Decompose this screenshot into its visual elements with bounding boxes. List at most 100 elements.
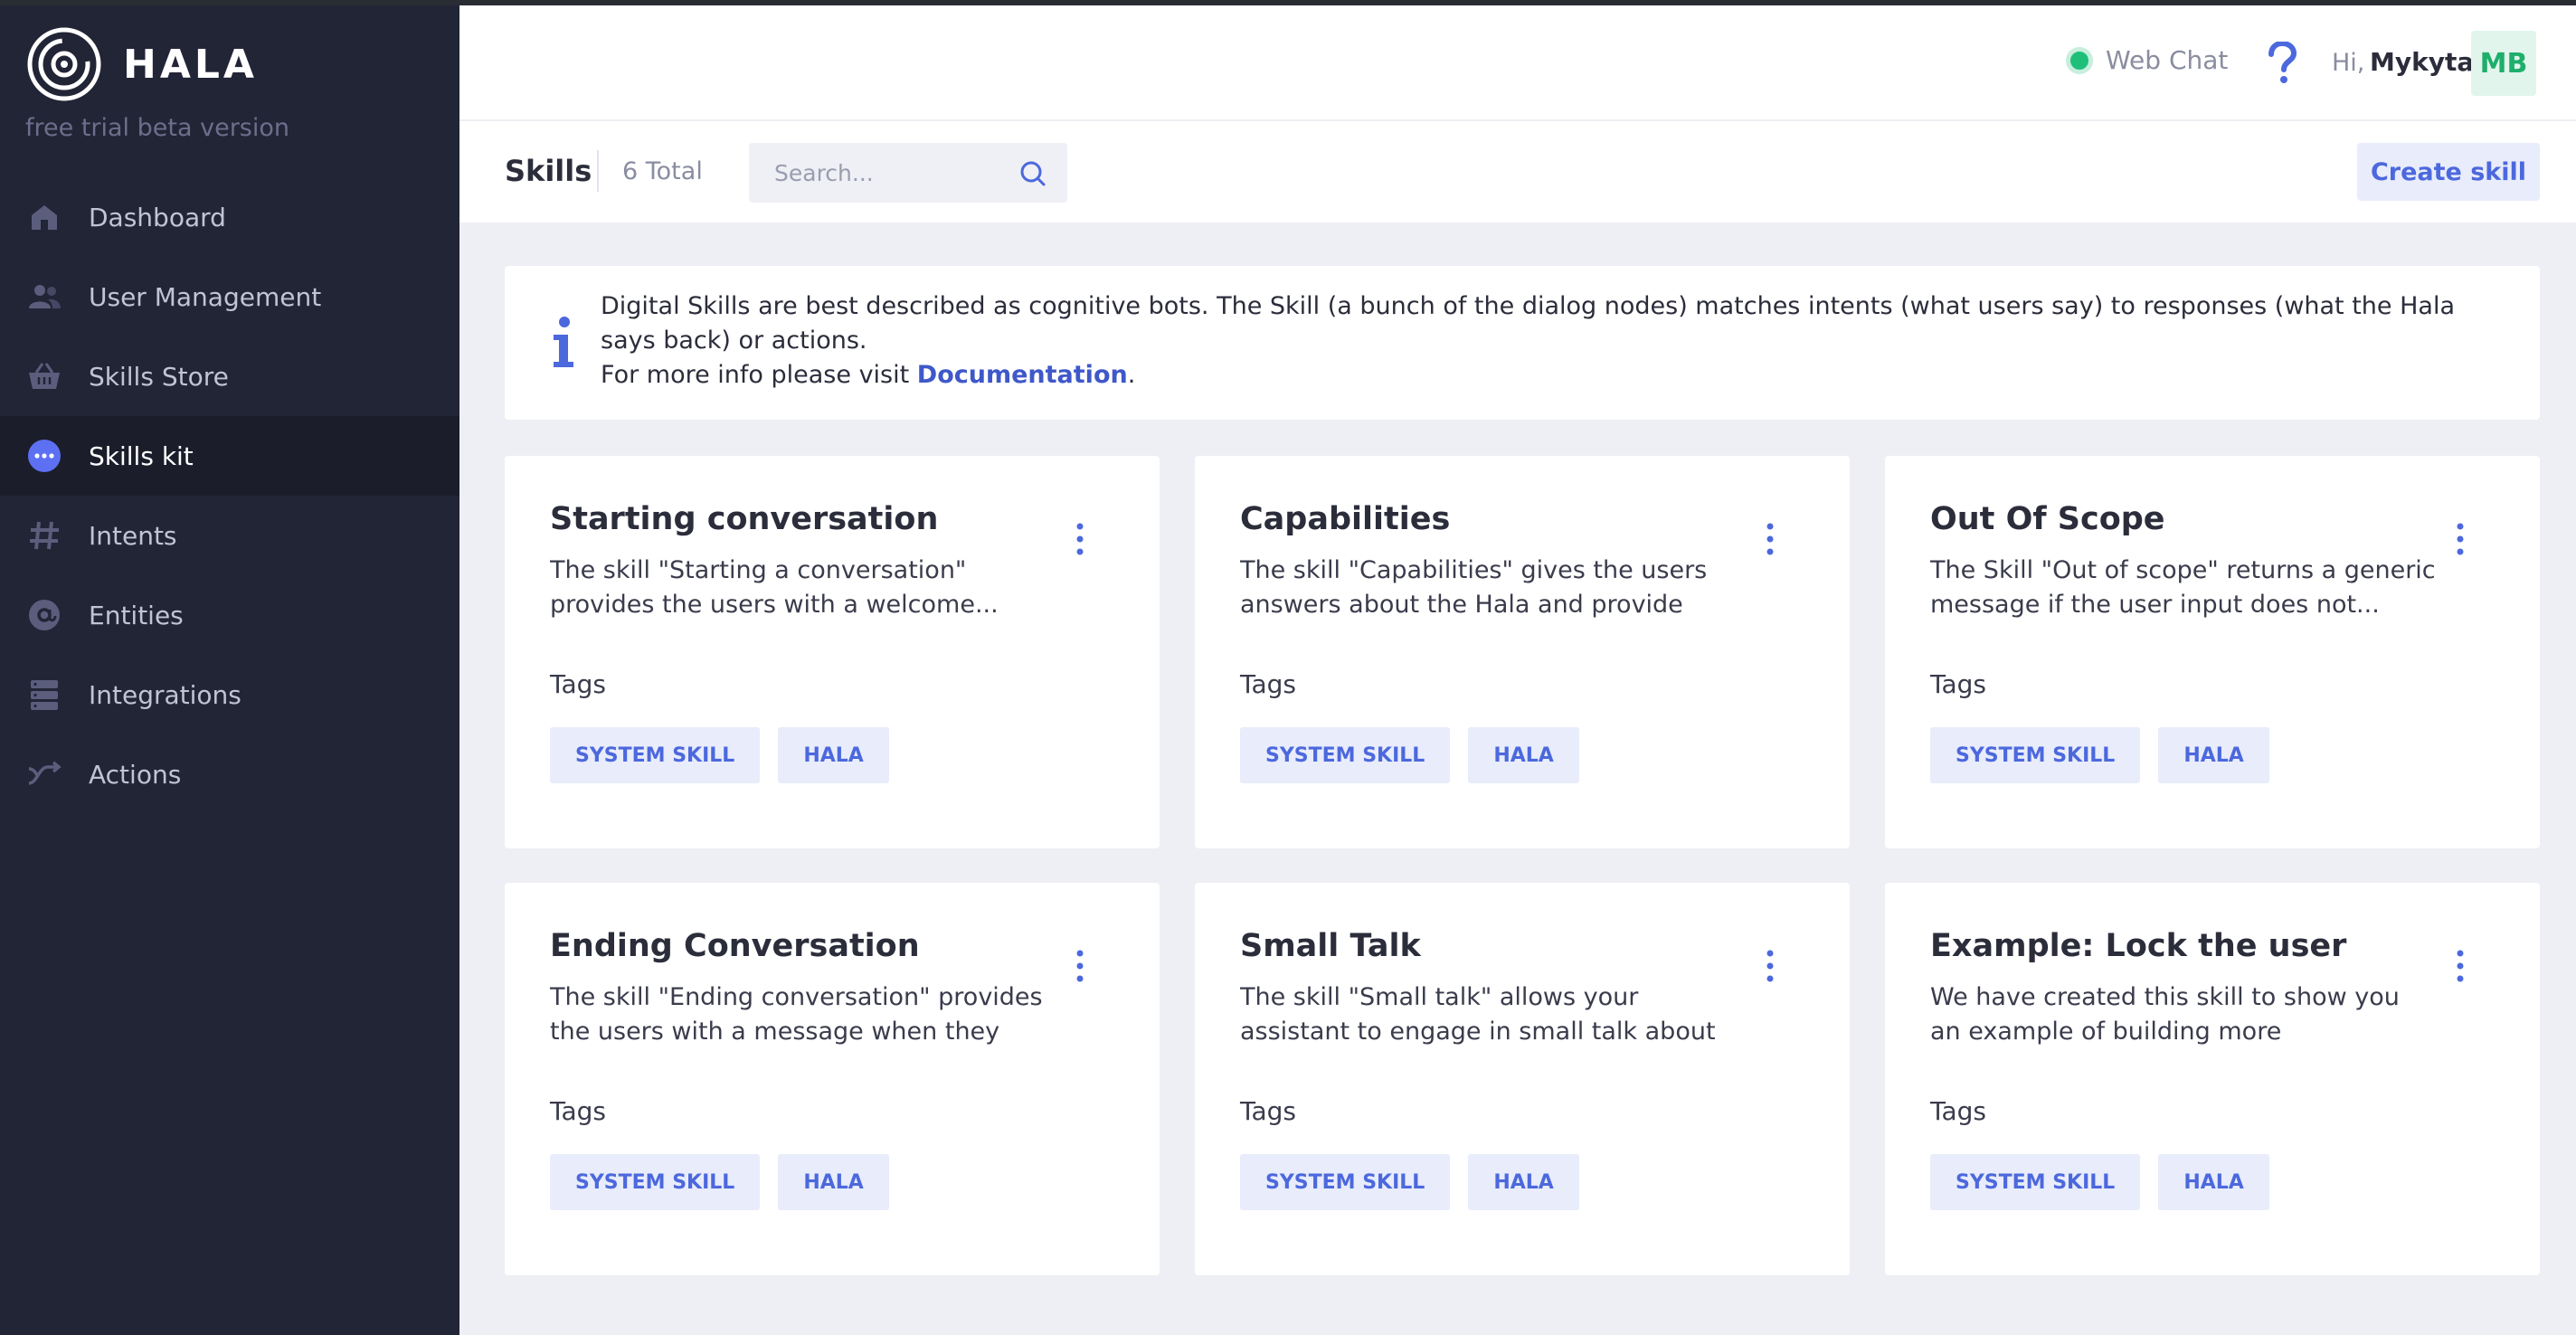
- tag-list: SYSTEM SKILL HALA: [1240, 727, 1597, 783]
- sidebar: HALA free trial beta version Dashboard U…: [0, 0, 459, 1335]
- tag-system-skill[interactable]: SYSTEM SKILL: [550, 1154, 761, 1210]
- web-chat-label: Web Chat: [2106, 45, 2229, 75]
- question-icon: [2268, 42, 2297, 83]
- info-banner: Digital Skills are best described as cog…: [505, 266, 2540, 420]
- more-vertical-icon[interactable]: [2448, 948, 2473, 984]
- info-line-2: For more info please visit Documentation…: [601, 358, 2509, 393]
- tag-hala[interactable]: HALA: [2158, 727, 2269, 783]
- sidebar-item-label: Integrations: [89, 679, 242, 710]
- hala-logo-icon: [27, 27, 101, 101]
- window-top-strip: [0, 0, 2576, 5]
- skill-card-description: The skill "Capabilities" gives the users…: [1240, 556, 1708, 619]
- home-icon: [25, 198, 63, 236]
- chat-dots-icon: [25, 437, 63, 475]
- avatar[interactable]: MB: [2471, 31, 2536, 96]
- top-header: Web Chat Hi, Mykyta MB: [459, 5, 2576, 121]
- skill-card-title[interactable]: Small Talk: [1240, 928, 1421, 964]
- sidebar-item-user-management[interactable]: User Management: [0, 257, 459, 336]
- sidebar-nav: Dashboard User Management Skills Store S…: [0, 177, 459, 814]
- help-button[interactable]: [2259, 36, 2305, 90]
- documentation-link[interactable]: Documentation: [917, 361, 1128, 389]
- username[interactable]: Mykyta: [2370, 47, 2474, 77]
- more-vertical-icon[interactable]: [2448, 521, 2473, 557]
- tag-system-skill[interactable]: SYSTEM SKILL: [1930, 727, 2141, 783]
- brand[interactable]: HALA: [25, 25, 258, 103]
- tag-list: SYSTEM SKILL HALA: [550, 727, 907, 783]
- skill-card-description: The Skill "Out of scope" returns a gener…: [1930, 556, 2436, 619]
- tag-list: SYSTEM SKILL HALA: [1930, 1154, 2287, 1210]
- info-text: Digital Skills are best described as cog…: [601, 289, 2509, 393]
- tag-list: SYSTEM SKILL HALA: [1240, 1154, 1597, 1210]
- skill-card-description: The skill "Starting a conversation" prov…: [550, 556, 999, 619]
- skill-card[interactable]: Starting conversation The skill "Startin…: [505, 456, 1160, 848]
- search-input[interactable]: [749, 143, 1020, 203]
- more-vertical-icon[interactable]: [1757, 521, 1783, 557]
- at-icon: [25, 596, 63, 634]
- skill-card-description: We have created this skill to show you a…: [1930, 983, 2400, 1046]
- tags-label: Tags: [550, 1096, 606, 1126]
- tag-hala[interactable]: HALA: [1468, 1154, 1579, 1210]
- info-icon: [554, 317, 573, 367]
- toolbar-divider: [597, 150, 599, 192]
- sidebar-item-dashboard[interactable]: Dashboard: [0, 177, 459, 257]
- skill-card[interactable]: Small Talk The skill "Small talk" allows…: [1195, 883, 1850, 1275]
- search-box: [749, 143, 1067, 203]
- tag-list: SYSTEM SKILL HALA: [550, 1154, 907, 1210]
- create-skill-button[interactable]: Create skill: [2357, 143, 2540, 201]
- tag-system-skill[interactable]: SYSTEM SKILL: [1240, 1154, 1451, 1210]
- tag-list: SYSTEM SKILL HALA: [1930, 727, 2287, 783]
- sidebar-item-intents[interactable]: Intents: [0, 496, 459, 575]
- sidebar-item-skills-kit[interactable]: Skills kit: [0, 416, 459, 496]
- basket-icon: [25, 357, 63, 395]
- users-icon: [25, 278, 63, 316]
- tag-hala[interactable]: HALA: [2158, 1154, 2269, 1210]
- sidebar-item-label: Intents: [89, 520, 177, 551]
- skill-card[interactable]: Out Of Scope The Skill "Out of scope" re…: [1885, 456, 2540, 848]
- tag-system-skill[interactable]: SYSTEM SKILL: [1930, 1154, 2141, 1210]
- sidebar-item-actions[interactable]: Actions: [0, 734, 459, 814]
- page-title: Skills: [505, 154, 592, 188]
- sidebar-item-label: Actions: [89, 759, 182, 790]
- skill-card-title[interactable]: Capabilities: [1240, 501, 1450, 537]
- tags-label: Tags: [1240, 669, 1296, 699]
- skill-card[interactable]: Capabilities The skill "Capabilities" gi…: [1195, 456, 1850, 848]
- total-count: 6 Total: [622, 157, 703, 185]
- info-line-1: Digital Skills are best described as cog…: [601, 292, 2456, 355]
- more-vertical-icon[interactable]: [1757, 948, 1783, 984]
- greeting: Hi,: [2332, 49, 2365, 77]
- server-icon: [25, 676, 63, 714]
- brand-subtitle: free trial beta version: [25, 114, 289, 142]
- skill-card-title[interactable]: Ending Conversation: [550, 928, 920, 964]
- info-line-2-suffix: .: [1127, 361, 1136, 389]
- tags-label: Tags: [1930, 669, 1986, 699]
- tag-system-skill[interactable]: SYSTEM SKILL: [550, 727, 761, 783]
- skill-card[interactable]: Example: Lock the user We have created t…: [1885, 883, 2540, 1275]
- skill-card-description: The skill "Ending conversation" provides…: [550, 983, 1043, 1046]
- search-icon[interactable]: [1018, 159, 1047, 188]
- skill-card-title[interactable]: Starting conversation: [550, 501, 938, 537]
- more-vertical-icon[interactable]: [1067, 521, 1093, 557]
- sidebar-item-skills-store[interactable]: Skills Store: [0, 336, 459, 416]
- brand-name: HALA: [123, 41, 258, 88]
- tag-system-skill[interactable]: SYSTEM SKILL: [1240, 727, 1451, 783]
- sidebar-item-label: User Management: [89, 281, 322, 312]
- info-line-2-prefix: For more info please visit: [601, 361, 917, 389]
- tag-hala[interactable]: HALA: [778, 1154, 889, 1210]
- tags-label: Tags: [1930, 1096, 1986, 1126]
- sidebar-item-label: Entities: [89, 600, 184, 630]
- tag-hala[interactable]: HALA: [1468, 727, 1579, 783]
- tag-hala[interactable]: HALA: [778, 727, 889, 783]
- sidebar-item-entities[interactable]: Entities: [0, 575, 459, 655]
- more-vertical-icon[interactable]: [1067, 948, 1093, 984]
- skill-card-title[interactable]: Out Of Scope: [1930, 501, 2165, 537]
- skill-card-title[interactable]: Example: Lock the user: [1930, 928, 2346, 964]
- web-chat-toggle[interactable]: Web Chat: [2066, 45, 2228, 75]
- shuffle-icon: [25, 755, 63, 793]
- tags-label: Tags: [550, 669, 606, 699]
- sidebar-item-label: Skills kit: [89, 440, 194, 471]
- skill-card[interactable]: Ending Conversation The skill "Ending co…: [505, 883, 1160, 1275]
- online-status-icon: [2066, 46, 2093, 74]
- sidebar-item-label: Dashboard: [89, 202, 226, 232]
- sidebar-item-integrations[interactable]: Integrations: [0, 655, 459, 734]
- sidebar-item-label: Skills Store: [89, 361, 229, 392]
